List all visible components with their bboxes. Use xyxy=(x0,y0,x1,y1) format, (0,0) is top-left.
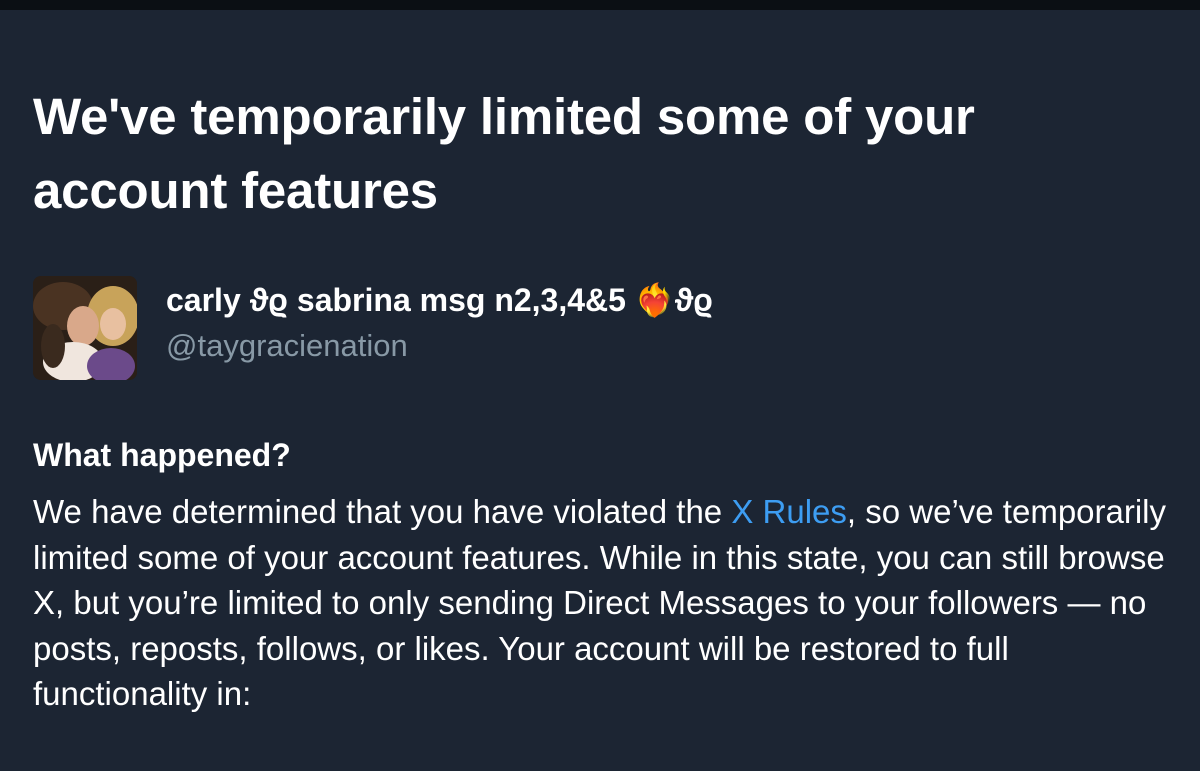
top-edge-bar xyxy=(0,0,1200,10)
x-rules-link[interactable]: X Rules xyxy=(731,493,847,530)
section-heading: What happened? xyxy=(33,437,291,473)
account-handle[interactable]: @taygracienation xyxy=(166,326,408,366)
explanation-text-start: We have determined that you have violate… xyxy=(33,493,732,530)
page-title: We've temporarily limited some of your a… xyxy=(33,88,975,219)
display-name[interactable]: carly ϑϱ sabrina msg n2,3,4&5 ❤️‍🔥ϑϱ xyxy=(166,278,713,322)
avatar-photo xyxy=(33,276,137,380)
avatar[interactable] xyxy=(33,276,137,380)
explanation-text: We have determined that you have violate… xyxy=(33,489,1183,717)
account-card: carly ϑϱ sabrina msg n2,3,4&5 ❤️‍🔥ϑϱ @ta… xyxy=(33,276,1173,380)
